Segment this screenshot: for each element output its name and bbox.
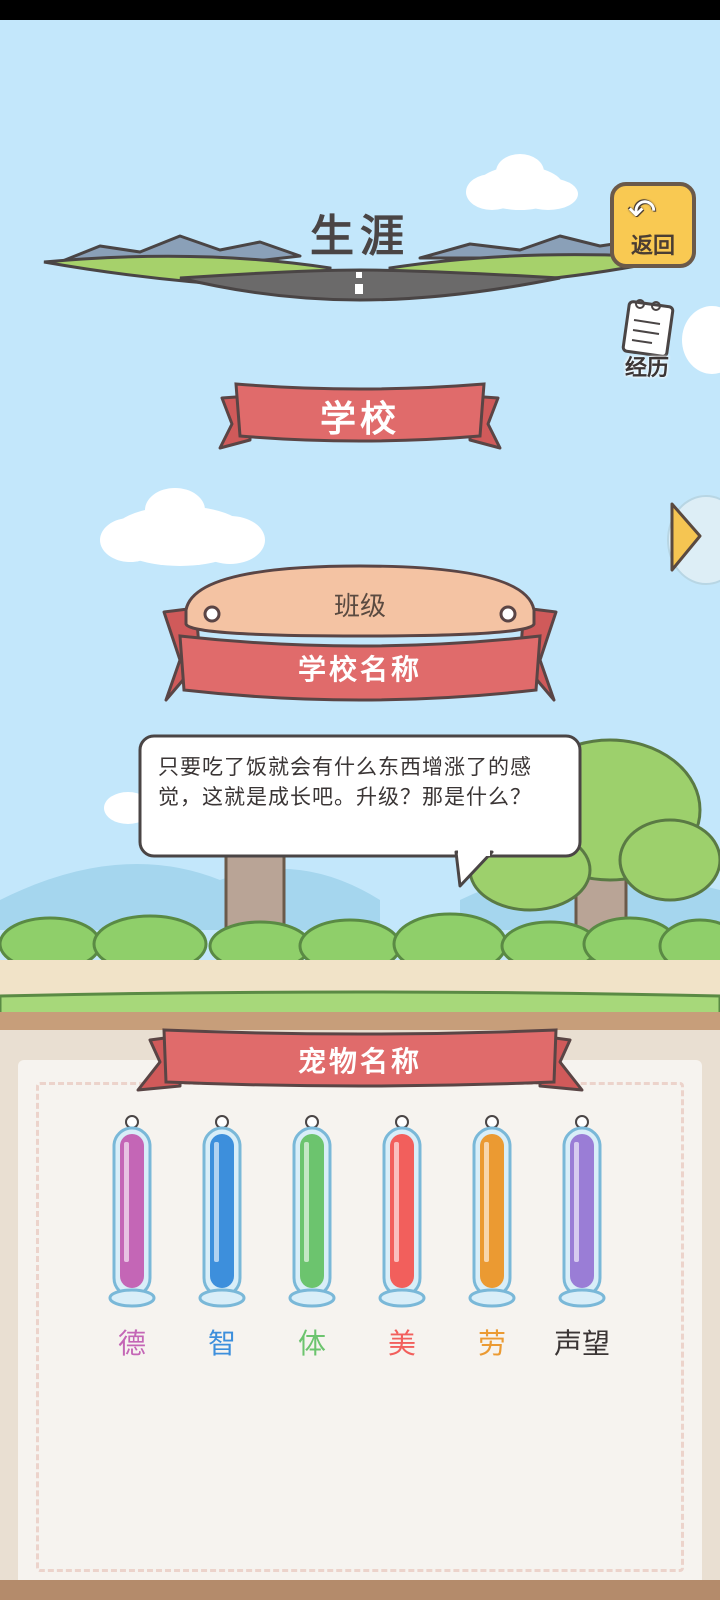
stat-label-2: 智 <box>207 1327 236 1360</box>
stat-tube-5 <box>468 1112 516 1312</box>
pet-name-ribbon <box>136 1028 584 1092</box>
bottom-strip <box>0 1580 720 1600</box>
stat-label-3: 体 <box>297 1327 326 1360</box>
stat-tube-3 <box>288 1112 336 1312</box>
stat-label-5: 劳 <box>477 1327 506 1360</box>
stat-tube-6 <box>558 1112 606 1312</box>
stat-tube-1 <box>108 1112 156 1312</box>
pet-name-label: 宠物名称 <box>297 1045 422 1078</box>
stat-label-1: 德 <box>117 1327 146 1360</box>
stat-tube-4 <box>378 1112 426 1312</box>
stat-label-4: 美 <box>387 1327 416 1360</box>
stat-tube-2 <box>198 1112 246 1312</box>
career-screen: 生涯 ↶ 返回 经历 学校 班级 学校名称 只要吃了饭就会有什么东西增涨了的感觉… <box>0 0 720 1600</box>
stat-label-6: 声望 <box>553 1327 610 1360</box>
